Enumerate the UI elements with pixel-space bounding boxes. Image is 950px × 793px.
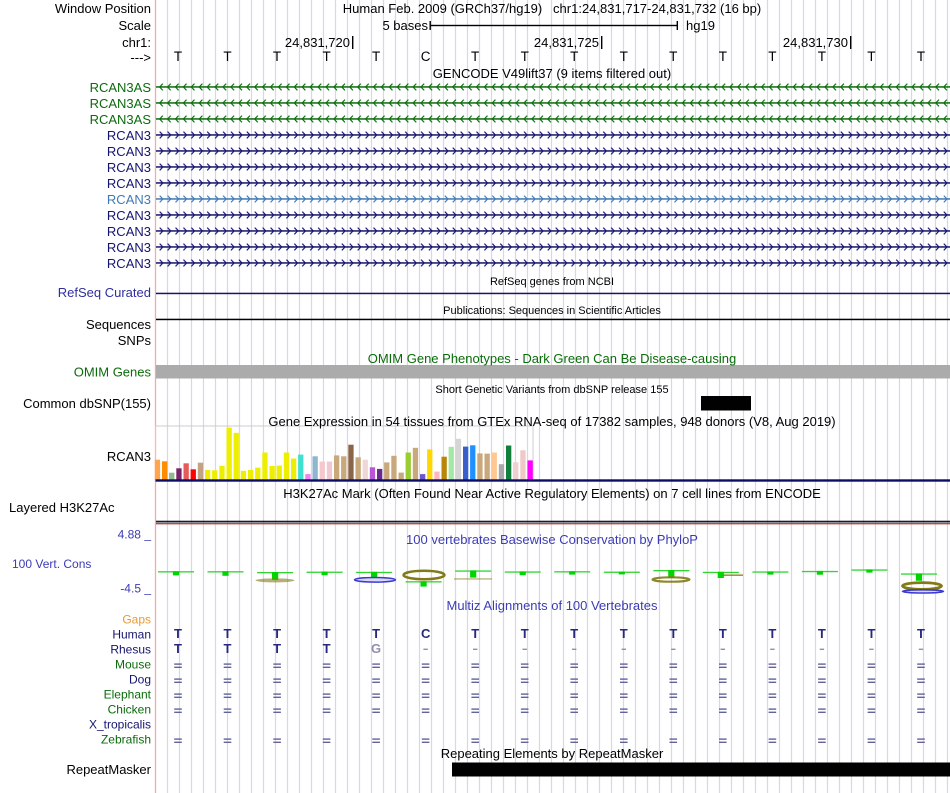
svg-text:RefSeq genes from NCBI: RefSeq genes from NCBI: [490, 276, 614, 288]
svg-text:RepeatMasker: RepeatMasker: [66, 762, 151, 777]
svg-text:T: T: [768, 626, 776, 641]
svg-text:RCAN3: RCAN3: [107, 160, 151, 175]
svg-text:Mouse: Mouse: [115, 658, 151, 672]
svg-text:RCAN3: RCAN3: [107, 224, 151, 239]
svg-text:chr1:: chr1:: [122, 35, 151, 50]
svg-text:T: T: [719, 626, 727, 641]
svg-text:T: T: [174, 641, 182, 656]
svg-text:T: T: [917, 626, 925, 641]
svg-text:X_tropicalis: X_tropicalis: [89, 718, 151, 732]
svg-text:Gaps: Gaps: [122, 613, 151, 627]
svg-text:T: T: [867, 49, 875, 64]
svg-text:Dog: Dog: [129, 673, 151, 687]
svg-text:Chicken: Chicken: [108, 703, 151, 717]
svg-text:Window Position: Window Position: [55, 1, 151, 16]
svg-text:T: T: [372, 49, 380, 64]
svg-text:Sequences: Sequences: [86, 317, 152, 332]
svg-text:RCAN3: RCAN3: [107, 208, 151, 223]
svg-text:RCAN3AS: RCAN3AS: [90, 112, 152, 127]
svg-text:T: T: [521, 626, 529, 641]
svg-text:T: T: [669, 626, 677, 641]
svg-text:G: G: [371, 641, 381, 656]
svg-text:24,831,720: 24,831,720: [285, 35, 350, 50]
svg-text:GENCODE V49lift37 (9 items fil: GENCODE V49lift37 (9 items filtered out): [433, 66, 671, 81]
svg-text:T: T: [570, 626, 578, 641]
svg-text:-4.5 _: -4.5 _: [120, 582, 151, 596]
svg-text:Common dbSNP(155): Common dbSNP(155): [23, 396, 151, 411]
svg-text:T: T: [174, 49, 182, 64]
svg-text:RCAN3: RCAN3: [107, 144, 151, 159]
svg-text:T: T: [917, 49, 925, 64]
svg-text:Rhesus: Rhesus: [110, 643, 151, 657]
svg-text:RCAN3: RCAN3: [107, 128, 151, 143]
svg-text:Publications: Sequences in Sci: Publications: Sequences in Scientific Ar…: [443, 305, 661, 317]
svg-text:RCAN3AS: RCAN3AS: [90, 80, 152, 95]
svg-text:C: C: [421, 49, 431, 64]
svg-text:Layered H3K27Ac: Layered H3K27Ac: [9, 500, 115, 515]
svg-text:C: C: [421, 626, 431, 641]
svg-text:24,831,725: 24,831,725: [534, 35, 599, 50]
svg-text:T: T: [768, 49, 776, 64]
svg-text:100 Vert. Cons: 100 Vert. Cons: [12, 557, 91, 571]
svg-text:Multiz Alignments of 100 Verte: Multiz Alignments of 100 Vertebrates: [446, 598, 658, 613]
svg-text:SNPs: SNPs: [118, 333, 152, 348]
svg-text:T: T: [620, 49, 628, 64]
svg-text:T: T: [322, 49, 330, 64]
svg-text:T: T: [372, 626, 380, 641]
svg-text:RCAN3: RCAN3: [107, 240, 151, 255]
svg-text:Human Feb. 2009 (GRCh37/hg19): Human Feb. 2009 (GRCh37/hg19) chr1:24,83…: [343, 1, 761, 16]
svg-text:Human: Human: [112, 628, 151, 642]
svg-text:T: T: [273, 49, 281, 64]
svg-text:Scale: Scale: [118, 18, 151, 33]
svg-text:--->: --->: [130, 50, 151, 65]
svg-text:T: T: [818, 49, 826, 64]
svg-text:Elephant: Elephant: [104, 688, 152, 702]
svg-text:T: T: [224, 626, 232, 641]
svg-text:T: T: [867, 626, 875, 641]
svg-text:RCAN3: RCAN3: [107, 176, 151, 191]
svg-text:Zebrafish: Zebrafish: [101, 733, 151, 747]
svg-text:H3K27Ac Mark (Often Found Near: H3K27Ac Mark (Often Found Near Active Re…: [283, 486, 821, 501]
svg-text:hg19: hg19: [686, 18, 715, 33]
svg-text:T: T: [818, 626, 826, 641]
svg-text:T: T: [174, 626, 182, 641]
svg-text:T: T: [273, 641, 281, 656]
svg-text:100 vertebrates Basewise Conse: 100 vertebrates Basewise Conservation by…: [406, 532, 698, 547]
svg-text:Repeating Elements by RepeatMa: Repeating Elements by RepeatMasker: [441, 746, 664, 761]
svg-text:T: T: [323, 626, 331, 641]
svg-text:RCAN3: RCAN3: [107, 256, 151, 271]
svg-text:T: T: [521, 49, 529, 64]
svg-text:T: T: [224, 641, 232, 656]
svg-text:T: T: [669, 49, 677, 64]
svg-text:T: T: [323, 641, 331, 656]
svg-text:Gene Expression in 54 tissues: Gene Expression in 54 tissues from GTEx …: [268, 414, 835, 429]
svg-text:OMIM Genes: OMIM Genes: [74, 365, 152, 380]
svg-text:T: T: [471, 626, 479, 641]
svg-text:T: T: [471, 49, 479, 64]
svg-text:4.88 _: 4.88 _: [118, 528, 152, 542]
svg-text:T: T: [620, 626, 628, 641]
svg-text:T: T: [570, 49, 578, 64]
svg-text:T: T: [273, 626, 281, 641]
svg-text:24,831,730: 24,831,730: [783, 35, 848, 50]
svg-text:RCAN3: RCAN3: [107, 192, 151, 207]
svg-text:Short Genetic Variants from db: Short Genetic Variants from dbSNP releas…: [435, 384, 668, 396]
svg-text:T: T: [719, 49, 727, 64]
svg-text:RCAN3AS: RCAN3AS: [90, 96, 152, 111]
svg-text:OMIM Gene Phenotypes - Dark Gr: OMIM Gene Phenotypes - Dark Green Can Be…: [368, 351, 737, 366]
svg-text:5 bases: 5 bases: [382, 18, 428, 33]
svg-text:RefSeq Curated: RefSeq Curated: [58, 285, 151, 300]
svg-text:RCAN3: RCAN3: [107, 449, 151, 464]
svg-text:T: T: [223, 49, 231, 64]
